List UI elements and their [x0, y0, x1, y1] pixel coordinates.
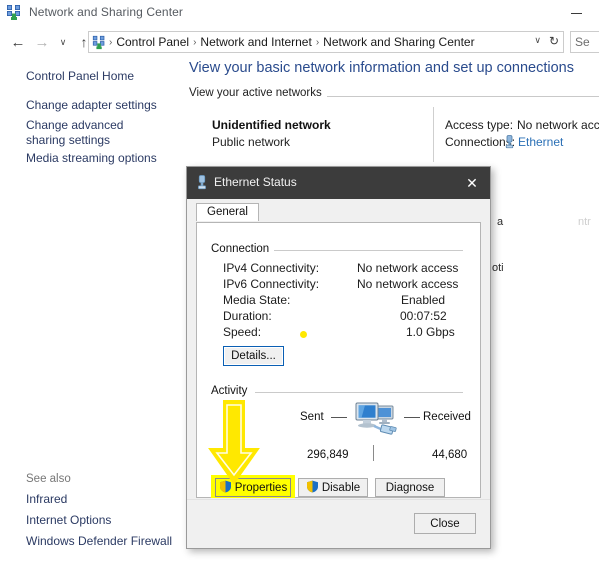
connection-group-rule — [267, 250, 463, 251]
disable-button-label: Disable — [321, 481, 361, 494]
breadcrumb[interactable]: › Control Panel › Network and Internet ›… — [88, 31, 564, 53]
sidebar-item-internet-options[interactable]: Internet Options — [26, 513, 111, 528]
down-arrow-annotation — [206, 399, 262, 492]
background-text-fragment-2: oti — [492, 262, 504, 274]
disable-button[interactable]: Disable — [298, 478, 368, 497]
bytes-received-value: 44,680 — [432, 449, 468, 461]
media-state-label: Media State: — [223, 293, 291, 307]
uac-shield-icon-disable — [306, 480, 319, 496]
connection-group-label: Connection — [211, 243, 275, 255]
details-button[interactable]: Details... — [223, 346, 284, 366]
bytes-sent-value: 296,849 — [307, 449, 349, 461]
network-sharing-icon — [6, 4, 23, 21]
active-network-type: Public network — [212, 135, 291, 149]
close-icon[interactable]: ✕ — [454, 167, 490, 199]
breadcrumb-item-control-panel[interactable]: Control Panel — [113, 35, 192, 49]
speed-value: 1.0 Gbps — [406, 325, 455, 339]
dialog-title: Ethernet Status — [214, 175, 297, 189]
breadcrumb-item-network-and-internet[interactable]: Network and Internet — [197, 35, 314, 49]
sidebar-item-infrared[interactable]: Infrared — [26, 492, 67, 507]
see-also-heading: See also — [26, 473, 71, 485]
window-title: Network and Sharing Center — [29, 5, 184, 19]
back-button[interactable]: ← — [6, 29, 30, 55]
speed-label: Speed: — [223, 325, 262, 339]
activity-group-rule — [255, 392, 463, 393]
sidebar-item-media-streaming-options[interactable]: Media streaming options — [26, 151, 157, 166]
cursor-dot — [300, 331, 307, 338]
active-network-name: Unidentified network — [212, 118, 331, 132]
ipv4-connectivity-value: No network access — [357, 261, 459, 275]
tab-general[interactable]: General — [196, 203, 259, 221]
background-text-fragment-1: a — [497, 216, 504, 228]
dialog-tabstrip: General — [196, 203, 481, 223]
sidebar-item-change-advanced-sharing-settings[interactable]: Change advanced sharing settings — [26, 118, 146, 148]
two-computers-network-icon — [350, 399, 400, 444]
media-state-value: Enabled — [401, 293, 446, 307]
forward-button[interactable]: → — [30, 29, 54, 55]
access-type-label: Access type: — [445, 118, 514, 132]
search-input[interactable]: Se — [570, 31, 599, 53]
page-title: View your basic network information and … — [189, 60, 575, 76]
received-dash — [404, 417, 420, 418]
activity-column-divider — [373, 445, 374, 461]
dialog-titlebar: Ethernet Status ✕ — [187, 167, 490, 199]
received-label: Received — [423, 411, 471, 423]
chevron-down-icon[interactable]: ∨ — [534, 35, 541, 46]
sidebar-item-windows-defender-firewall[interactable]: Windows Defender Firewall — [26, 534, 172, 549]
active-networks-label: View your active networks — [189, 87, 327, 99]
access-type-value: No network acc — [517, 118, 599, 132]
activity-group-label: Activity — [211, 385, 253, 397]
app-root: Network and Sharing Center ← → ∨ ↑ › Con — [0, 0, 599, 568]
diagnose-button[interactable]: Diagnose — [375, 478, 445, 497]
minimize-button[interactable] — [561, 0, 591, 26]
sent-dash — [331, 417, 347, 418]
sidebar-item-control-panel-home[interactable]: Control Panel Home — [26, 69, 134, 84]
breadcrumb-item-network-and-sharing-center[interactable]: Network and Sharing Center — [320, 35, 477, 49]
duration-value: 00:07:52 — [400, 309, 447, 323]
refresh-icon[interactable]: ↻ — [549, 34, 559, 48]
ethernet-icon — [504, 135, 515, 154]
close-button[interactable]: Close — [414, 513, 476, 534]
dialog-footer-divider — [187, 499, 490, 500]
sent-label: Sent — [300, 411, 324, 423]
breadcrumb-network-icon — [92, 35, 107, 50]
sidebar-item-change-adapter-settings[interactable]: Change adapter settings — [26, 98, 157, 113]
network-column-divider — [433, 107, 434, 162]
ethernet-connection-link[interactable]: Ethernet — [518, 135, 563, 149]
window-titlebar: Network and Sharing Center — [0, 0, 599, 26]
background-text-fragment-3: ntr — [578, 216, 591, 228]
ipv6-connectivity-value: No network access — [357, 277, 459, 291]
ethernet-status-icon — [196, 175, 208, 195]
recent-locations-button[interactable]: ∨ — [54, 29, 72, 55]
duration-label: Duration: — [223, 309, 272, 323]
ipv4-connectivity-label: IPv4 Connectivity: — [223, 261, 320, 275]
ipv6-connectivity-label: IPv6 Connectivity: — [223, 277, 320, 291]
